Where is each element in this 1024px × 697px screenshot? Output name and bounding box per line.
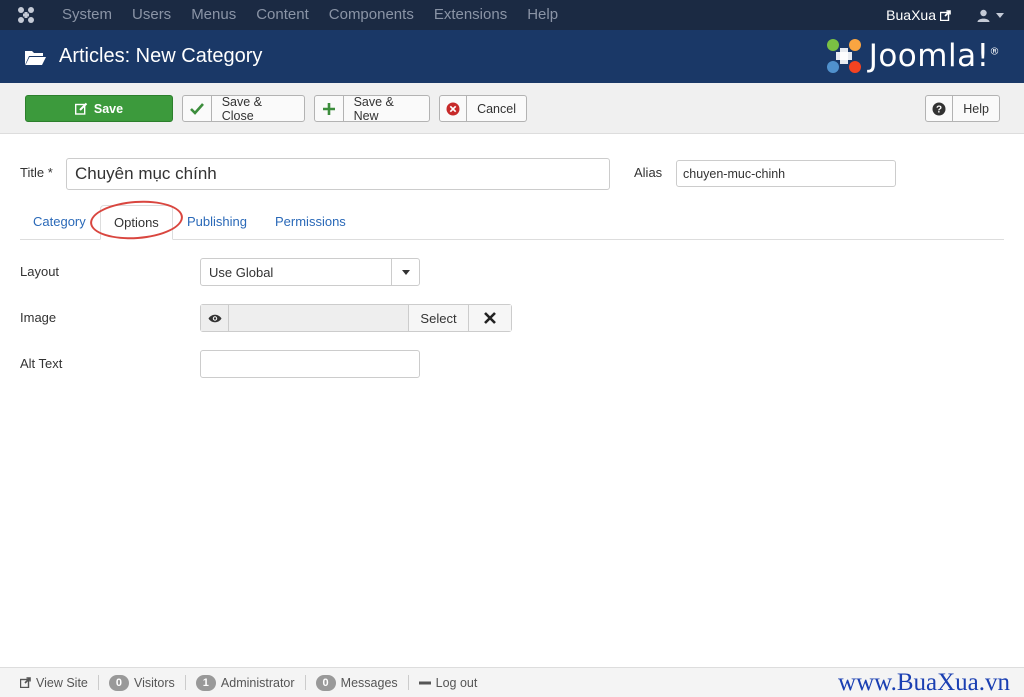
status-bar: View Site 0 Visitors 1 Administrator 0 M…: [0, 667, 1024, 697]
alias-value: chuyen-muc-chinh: [683, 166, 786, 181]
save-close-label: Save & Close: [221, 94, 262, 123]
tab-category[interactable]: Category: [20, 205, 99, 240]
joomla-brand-logo: Joomla!®: [825, 37, 1000, 75]
menu-users[interactable]: Users: [122, 0, 181, 30]
user-icon: [977, 9, 990, 22]
messages-badge: 0: [315, 674, 336, 691]
menu-components[interactable]: Components: [319, 0, 424, 30]
menu-system[interactable]: System: [52, 0, 122, 30]
admin-top-menu: System Users Menus Content Components Ex…: [0, 0, 1024, 30]
help-button[interactable]: ? Help: [925, 95, 1000, 122]
site-link[interactable]: BuaXua: [886, 7, 951, 23]
title-input[interactable]: Chuyên mục chính: [66, 158, 610, 190]
question-icon: ?: [926, 96, 954, 121]
alt-text-label: Alt Text: [20, 356, 63, 371]
tab-publishing[interactable]: Publishing: [174, 205, 260, 240]
logout-label: Log out: [435, 675, 478, 690]
administrator-badge: 1: [195, 674, 216, 691]
minus-icon: [418, 681, 431, 684]
save-button[interactable]: Save: [25, 95, 173, 122]
external-link-icon: [20, 677, 31, 688]
messages-label: Messages: [340, 675, 398, 690]
cancel-icon: [440, 96, 468, 121]
joomla-logo-icon: [826, 39, 861, 73]
eye-icon[interactable]: [201, 305, 229, 331]
menu-help[interactable]: Help: [517, 0, 568, 30]
site-name: BuaXua: [886, 7, 936, 23]
page-header: Articles: New Category Joomla!®: [0, 30, 1024, 83]
watermark: www.BuaXua.vn: [838, 669, 1010, 696]
visitors-label: Visitors: [134, 675, 175, 690]
alt-text-input[interactable]: [200, 350, 420, 378]
view-site-link[interactable]: View Site: [10, 675, 99, 690]
caret-down-icon: [391, 259, 419, 285]
administrator-status: 1 Administrator: [186, 674, 306, 691]
edit-icon: [74, 102, 88, 115]
layout-select[interactable]: Use Global: [200, 258, 420, 286]
cancel-button[interactable]: Cancel: [439, 95, 527, 122]
tab-permissions[interactable]: Permissions: [262, 205, 359, 240]
cancel-label: Cancel: [477, 101, 516, 116]
joomla-wordmark: Joomla!®: [868, 38, 1000, 74]
help-label: Help: [963, 101, 989, 116]
view-site-label: View Site: [36, 675, 88, 690]
image-media-field: Select: [200, 304, 512, 332]
external-link-icon: [940, 9, 951, 21]
toolbar: Save Save & Close Save & New Cancel ? He…: [0, 83, 1024, 134]
alias-label: Alias: [634, 165, 663, 180]
caret-down-icon: [996, 12, 1004, 18]
clear-icon[interactable]: [469, 305, 511, 331]
messages-status[interactable]: 0 Messages: [306, 674, 409, 691]
svg-text:?: ?: [936, 104, 942, 115]
page-title: Articles: New Category: [59, 45, 263, 67]
administrator-label: Administrator: [220, 675, 295, 690]
visitors-badge: 0: [108, 674, 130, 691]
menu-content[interactable]: Content: [246, 0, 319, 30]
alias-input[interactable]: chuyen-muc-chinh: [676, 160, 896, 187]
check-icon: [183, 96, 212, 121]
layout-value: Use Global: [209, 264, 274, 280]
layout-label: Layout: [20, 264, 60, 279]
title-label: Title *: [20, 165, 53, 180]
save-new-label: Save & New: [353, 94, 394, 123]
save-label: Save: [93, 101, 124, 116]
menu-menus[interactable]: Menus: [181, 0, 246, 30]
user-menu[interactable]: [977, 9, 1004, 22]
joomla-icon[interactable]: [0, 0, 52, 30]
visitors-status: 0 Visitors: [99, 674, 186, 691]
plus-icon: [315, 96, 344, 121]
image-select-button[interactable]: Select: [409, 305, 469, 331]
image-path-input[interactable]: [229, 305, 409, 331]
folder-icon: [25, 50, 46, 65]
logout-link[interactable]: Log out: [409, 675, 488, 690]
menu-extensions[interactable]: Extensions: [424, 0, 517, 30]
image-label: Image: [20, 310, 57, 325]
title-value: Chuyên mục chính: [75, 164, 217, 183]
save-close-button[interactable]: Save & Close: [182, 94, 305, 123]
save-new-button[interactable]: Save & New: [314, 94, 430, 123]
